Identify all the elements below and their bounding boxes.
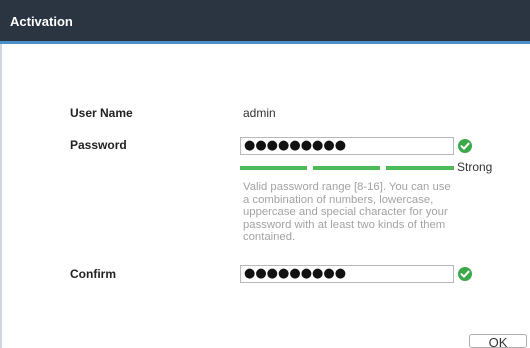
username-label: User Name (70, 106, 133, 120)
dialog-left-border (0, 44, 2, 348)
ok-button-label: OK (488, 335, 508, 348)
confirm-password-input[interactable]: ●●●●●●●●● (240, 265, 454, 283)
strength-label: Strong (457, 160, 493, 174)
password-hint: Valid password range [8-16]. You can use… (243, 181, 451, 243)
dialog-titlebar: Activation (0, 0, 530, 44)
username-value: admin (243, 106, 276, 120)
password-valid-check-icon (458, 139, 472, 153)
confirm-label: Confirm (70, 267, 116, 281)
password-label: Password (70, 138, 127, 152)
strength-segment-2 (313, 166, 380, 170)
dialog-title: Activation (10, 14, 73, 29)
activation-dialog: Activation User Name admin Password ●●●●… (0, 0, 530, 348)
ok-button[interactable]: OK (469, 334, 527, 348)
confirm-valid-check-icon (458, 267, 472, 281)
strength-segment-1 (240, 166, 307, 170)
strength-segment-3 (386, 166, 454, 170)
password-input[interactable]: ●●●●●●●●● (240, 137, 454, 155)
